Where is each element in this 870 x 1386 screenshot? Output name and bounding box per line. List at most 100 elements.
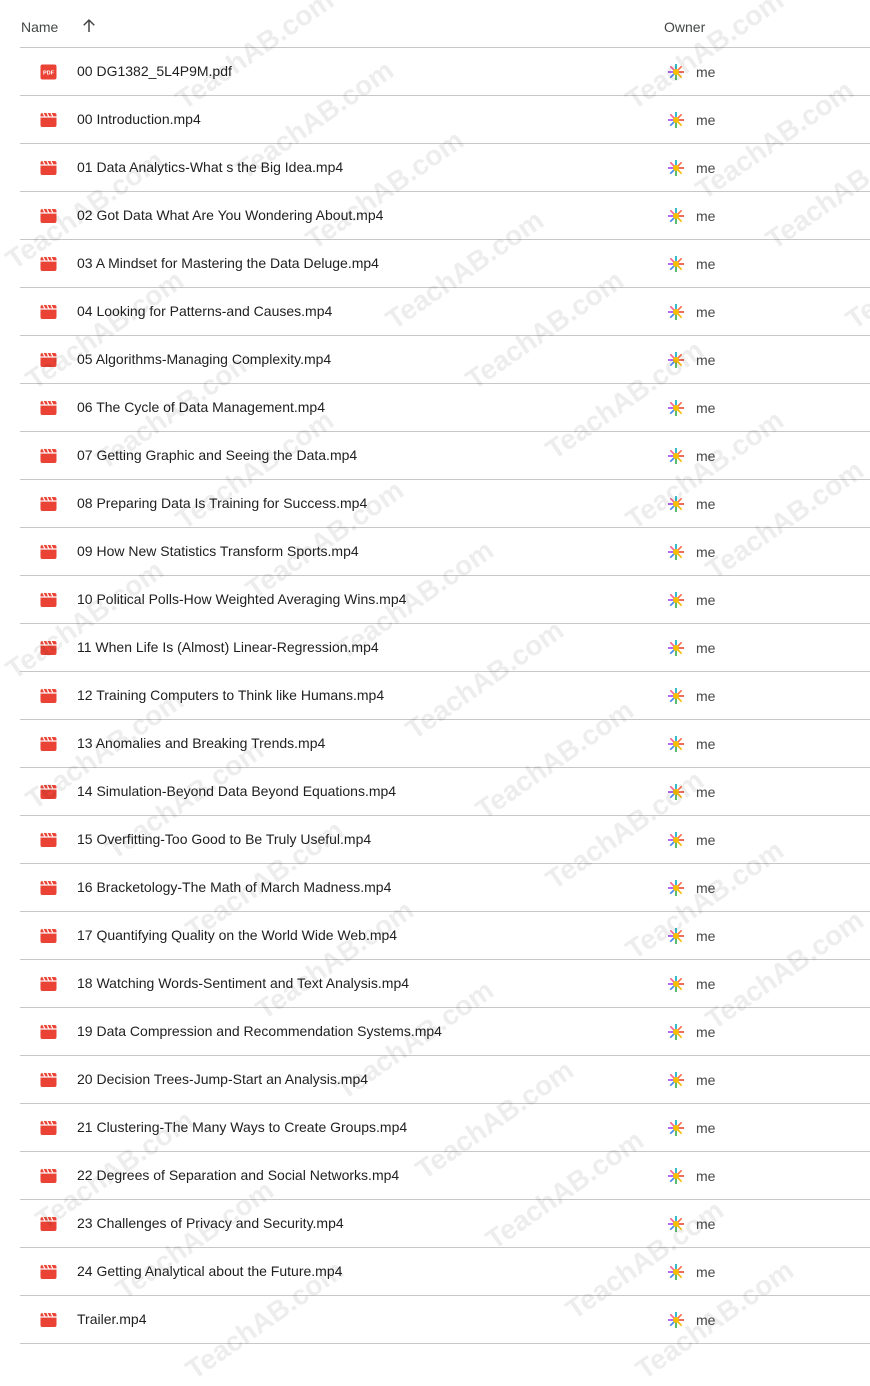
- owner-avatar-icon: [666, 62, 686, 82]
- owner-label: me: [696, 640, 716, 656]
- owner-avatar-icon: [666, 1214, 686, 1234]
- file-name[interactable]: 11 When Life Is (Almost) Linear-Regressi…: [77, 639, 379, 655]
- file-row[interactable]: 20 Decision Trees-Jump-Start an Analysis…: [0, 1056, 870, 1104]
- file-row[interactable]: 14 Simulation-Beyond Data Beyond Equatio…: [0, 768, 870, 816]
- owner-column-header[interactable]: Owner: [664, 19, 705, 35]
- file-name[interactable]: 03 A Mindset for Mastering the Data Delu…: [77, 255, 379, 271]
- file-row[interactable]: 24 Getting Analytical about the Future.m…: [0, 1248, 870, 1296]
- video-file-icon: [40, 640, 57, 656]
- video-file-icon: [40, 832, 57, 848]
- owner-avatar-icon: [666, 782, 686, 802]
- name-column-header[interactable]: Name: [21, 19, 58, 35]
- file-list: PDF 00 DG1382_5L4P9M.pdf me 00 Introduction…: [0, 48, 870, 1344]
- file-row[interactable]: 22 Degrees of Separation and Social Netw…: [0, 1152, 870, 1200]
- file-row[interactable]: 23 Challenges of Privacy and Security.mp…: [0, 1200, 870, 1248]
- file-name[interactable]: 13 Anomalies and Breaking Trends.mp4: [77, 735, 325, 751]
- file-name[interactable]: 24 Getting Analytical about the Future.m…: [77, 1263, 342, 1279]
- file-name[interactable]: 10 Political Polls-How Weighted Averagin…: [77, 591, 406, 607]
- owner-avatar-icon: [666, 1070, 686, 1090]
- video-file-icon: [40, 1312, 57, 1328]
- owner-label: me: [696, 592, 716, 608]
- video-file-icon: [40, 592, 57, 608]
- video-file-icon: [40, 352, 57, 368]
- owner-label: me: [696, 832, 716, 848]
- file-row[interactable]: 01 Data Analytics-What s the Big Idea.mp…: [0, 144, 870, 192]
- file-row[interactable]: 16 Bracketology-The Math of March Madnes…: [0, 864, 870, 912]
- file-row[interactable]: 18 Watching Words-Sentiment and Text Ana…: [0, 960, 870, 1008]
- owner-avatar-icon: [666, 686, 686, 706]
- file-name[interactable]: 23 Challenges of Privacy and Security.mp…: [77, 1215, 344, 1231]
- file-name[interactable]: 06 The Cycle of Data Management.mp4: [77, 399, 325, 415]
- file-row[interactable]: 04 Looking for Patterns-and Causes.mp4 me: [0, 288, 870, 336]
- video-file-icon: [40, 688, 57, 704]
- file-name[interactable]: 15 Overfitting-Too Good to Be Truly Usef…: [77, 831, 371, 847]
- video-file-icon: [40, 1168, 57, 1184]
- owner-label: me: [696, 208, 716, 224]
- owner-label: me: [696, 1312, 716, 1328]
- file-row[interactable]: 19 Data Compression and Recommendation S…: [0, 1008, 870, 1056]
- file-row[interactable]: 09 How New Statistics Transform Sports.m…: [0, 528, 870, 576]
- file-name[interactable]: 22 Degrees of Separation and Social Netw…: [77, 1167, 399, 1183]
- file-row[interactable]: 00 Introduction.mp4 me: [0, 96, 870, 144]
- file-row[interactable]: 07 Getting Graphic and Seeing the Data.m…: [0, 432, 870, 480]
- owner-avatar-icon: [666, 110, 686, 130]
- video-file-icon: [40, 1216, 57, 1232]
- file-name[interactable]: 20 Decision Trees-Jump-Start an Analysis…: [77, 1071, 368, 1087]
- file-name[interactable]: 12 Training Computers to Think like Huma…: [77, 687, 384, 703]
- file-name[interactable]: 21 Clustering-The Many Ways to Create Gr…: [77, 1119, 407, 1135]
- file-name[interactable]: 09 How New Statistics Transform Sports.m…: [77, 543, 359, 559]
- file-name[interactable]: 04 Looking for Patterns-and Causes.mp4: [77, 303, 332, 319]
- file-row[interactable]: 13 Anomalies and Breaking Trends.mp4 me: [0, 720, 870, 768]
- svg-text:PDF: PDF: [43, 71, 55, 77]
- file-name[interactable]: 00 DG1382_5L4P9M.pdf: [77, 63, 232, 79]
- video-file-icon: [40, 160, 57, 176]
- file-name[interactable]: 19 Data Compression and Recommendation S…: [77, 1023, 442, 1039]
- owner-avatar-icon: [666, 446, 686, 466]
- owner-label: me: [696, 1264, 716, 1280]
- file-name[interactable]: 00 Introduction.mp4: [77, 111, 201, 127]
- file-row[interactable]: 11 When Life Is (Almost) Linear-Regressi…: [0, 624, 870, 672]
- file-row[interactable]: 10 Political Polls-How Weighted Averagin…: [0, 576, 870, 624]
- video-file-icon: [40, 304, 57, 320]
- file-row[interactable]: Trailer.mp4 me: [0, 1296, 870, 1344]
- video-file-icon: [40, 256, 57, 272]
- file-name[interactable]: Trailer.mp4: [77, 1311, 147, 1327]
- owner-avatar-icon: [666, 542, 686, 562]
- file-row[interactable]: 03 A Mindset for Mastering the Data Delu…: [0, 240, 870, 288]
- file-row[interactable]: 21 Clustering-The Many Ways to Create Gr…: [0, 1104, 870, 1152]
- owner-label: me: [696, 544, 716, 560]
- file-name[interactable]: 02 Got Data What Are You Wondering About…: [77, 207, 383, 223]
- file-row[interactable]: 05 Algorithms-Managing Complexity.mp4 me: [0, 336, 870, 384]
- file-row[interactable]: PDF 00 DG1382_5L4P9M.pdf me: [0, 48, 870, 96]
- file-name[interactable]: 05 Algorithms-Managing Complexity.mp4: [77, 351, 331, 367]
- file-row[interactable]: 08 Preparing Data Is Training for Succes…: [0, 480, 870, 528]
- owner-avatar-icon: [666, 1262, 686, 1282]
- owner-avatar-icon: [666, 1310, 686, 1330]
- file-name[interactable]: 16 Bracketology-The Math of March Madnes…: [77, 879, 391, 895]
- owner-label: me: [696, 1072, 716, 1088]
- arrow-upward-icon[interactable]: [80, 17, 98, 35]
- owner-label: me: [696, 688, 716, 704]
- owner-label: me: [696, 928, 716, 944]
- owner-avatar-icon: [666, 254, 686, 274]
- file-row[interactable]: 12 Training Computers to Think like Huma…: [0, 672, 870, 720]
- owner-label: me: [696, 1216, 716, 1232]
- file-name[interactable]: 07 Getting Graphic and Seeing the Data.m…: [77, 447, 357, 463]
- file-name[interactable]: 01 Data Analytics-What s the Big Idea.mp…: [77, 159, 343, 175]
- owner-label: me: [696, 784, 716, 800]
- file-row[interactable]: 02 Got Data What Are You Wondering About…: [0, 192, 870, 240]
- file-row[interactable]: 06 The Cycle of Data Management.mp4 me: [0, 384, 870, 432]
- file-name[interactable]: 14 Simulation-Beyond Data Beyond Equatio…: [77, 783, 396, 799]
- owner-avatar-icon: [666, 590, 686, 610]
- file-name[interactable]: 17 Quantifying Quality on the World Wide…: [77, 927, 397, 943]
- owner-avatar-icon: [666, 926, 686, 946]
- owner-label: me: [696, 64, 716, 80]
- file-name[interactable]: 08 Preparing Data Is Training for Succes…: [77, 495, 367, 511]
- file-row[interactable]: 17 Quantifying Quality on the World Wide…: [0, 912, 870, 960]
- owner-label: me: [696, 352, 716, 368]
- file-row[interactable]: 15 Overfitting-Too Good to Be Truly Usef…: [0, 816, 870, 864]
- video-file-icon: [40, 544, 57, 560]
- video-file-icon: [40, 400, 57, 416]
- file-name[interactable]: 18 Watching Words-Sentiment and Text Ana…: [77, 975, 409, 991]
- owner-avatar-icon: [666, 878, 686, 898]
